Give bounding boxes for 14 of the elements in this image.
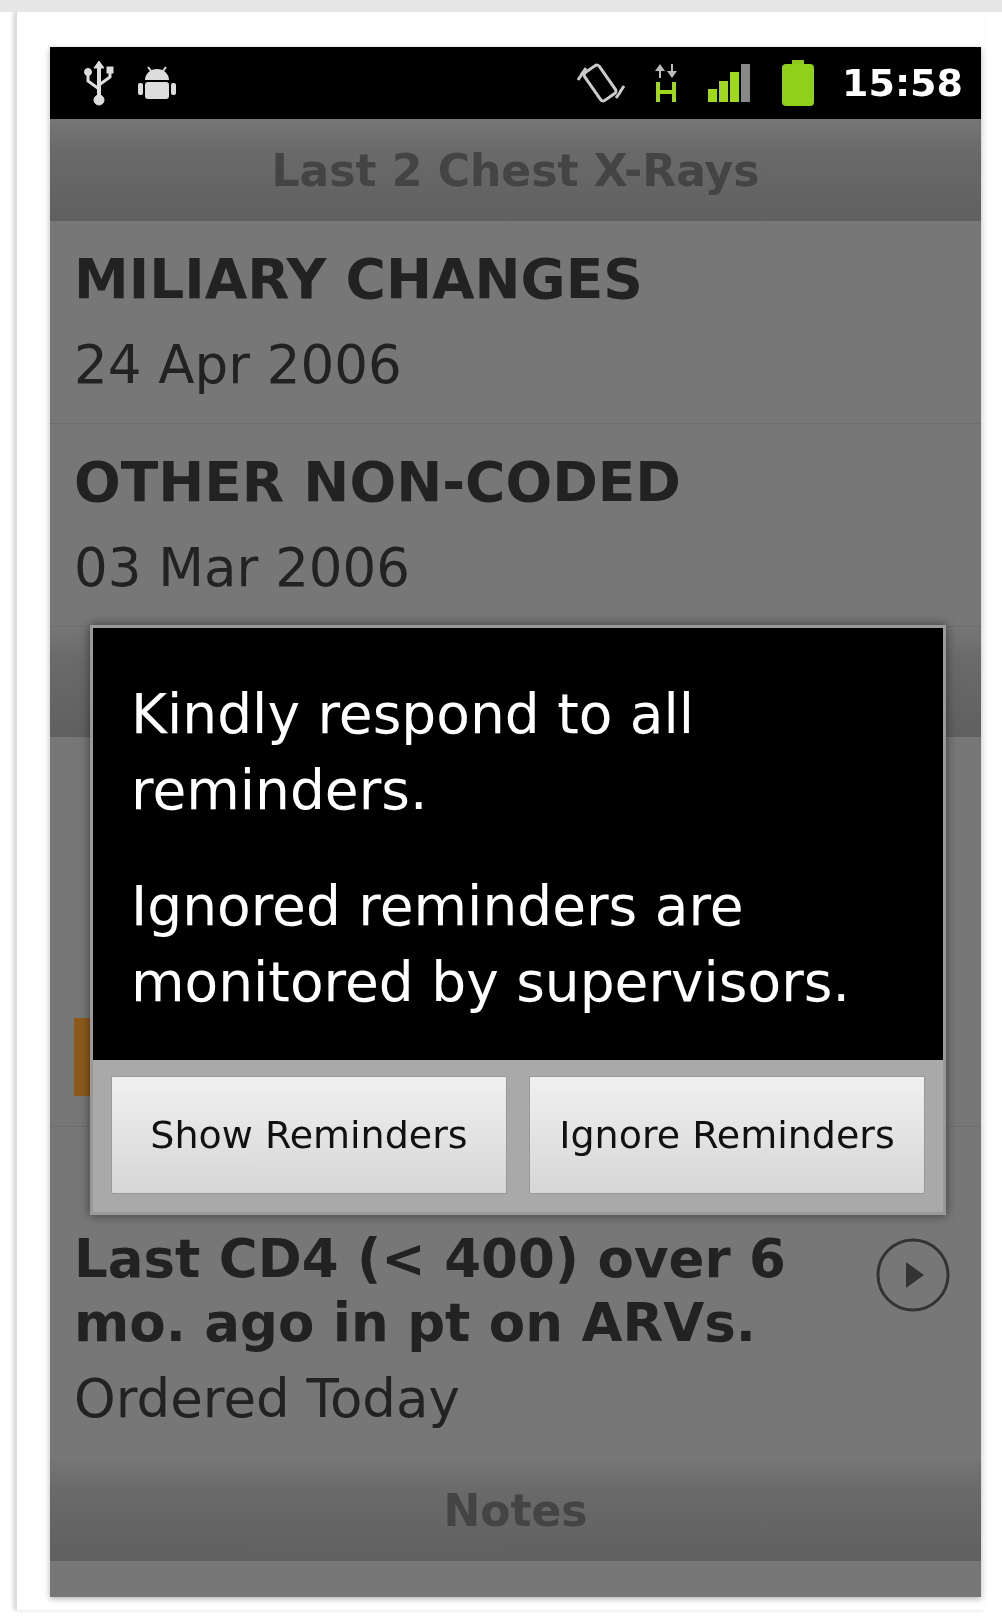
usb-icon — [82, 59, 116, 107]
dialog-message: Kindly respond to all reminders. — [131, 681, 696, 824]
item-date: 24 Apr 2006 — [74, 333, 403, 397]
dialog-button[interactable]: Ignore Reminders — [529, 1076, 925, 1194]
list-item[interactable]: MILIARY CHANGES 24 Apr 2006 — [50, 221, 981, 424]
dialog-message: Ignored reminders are monitored by supervisors. — [131, 873, 851, 1016]
item-date: 03 Mar 2006 — [74, 536, 411, 600]
clock-time: 15:58 — [842, 61, 963, 105]
item-title: MILIARY CHANGES — [74, 247, 644, 311]
battery-icon — [780, 59, 817, 107]
reminder-status: Ordered Today — [74, 1367, 461, 1431]
reminder-title: Last CD4 (< 400) over 6 mo. ago in pt on ARVs. — [74, 1227, 787, 1355]
dialog-button[interactable]: Show Reminders — [111, 1076, 507, 1194]
item-title: OTHER NON-CODED — [74, 450, 682, 514]
